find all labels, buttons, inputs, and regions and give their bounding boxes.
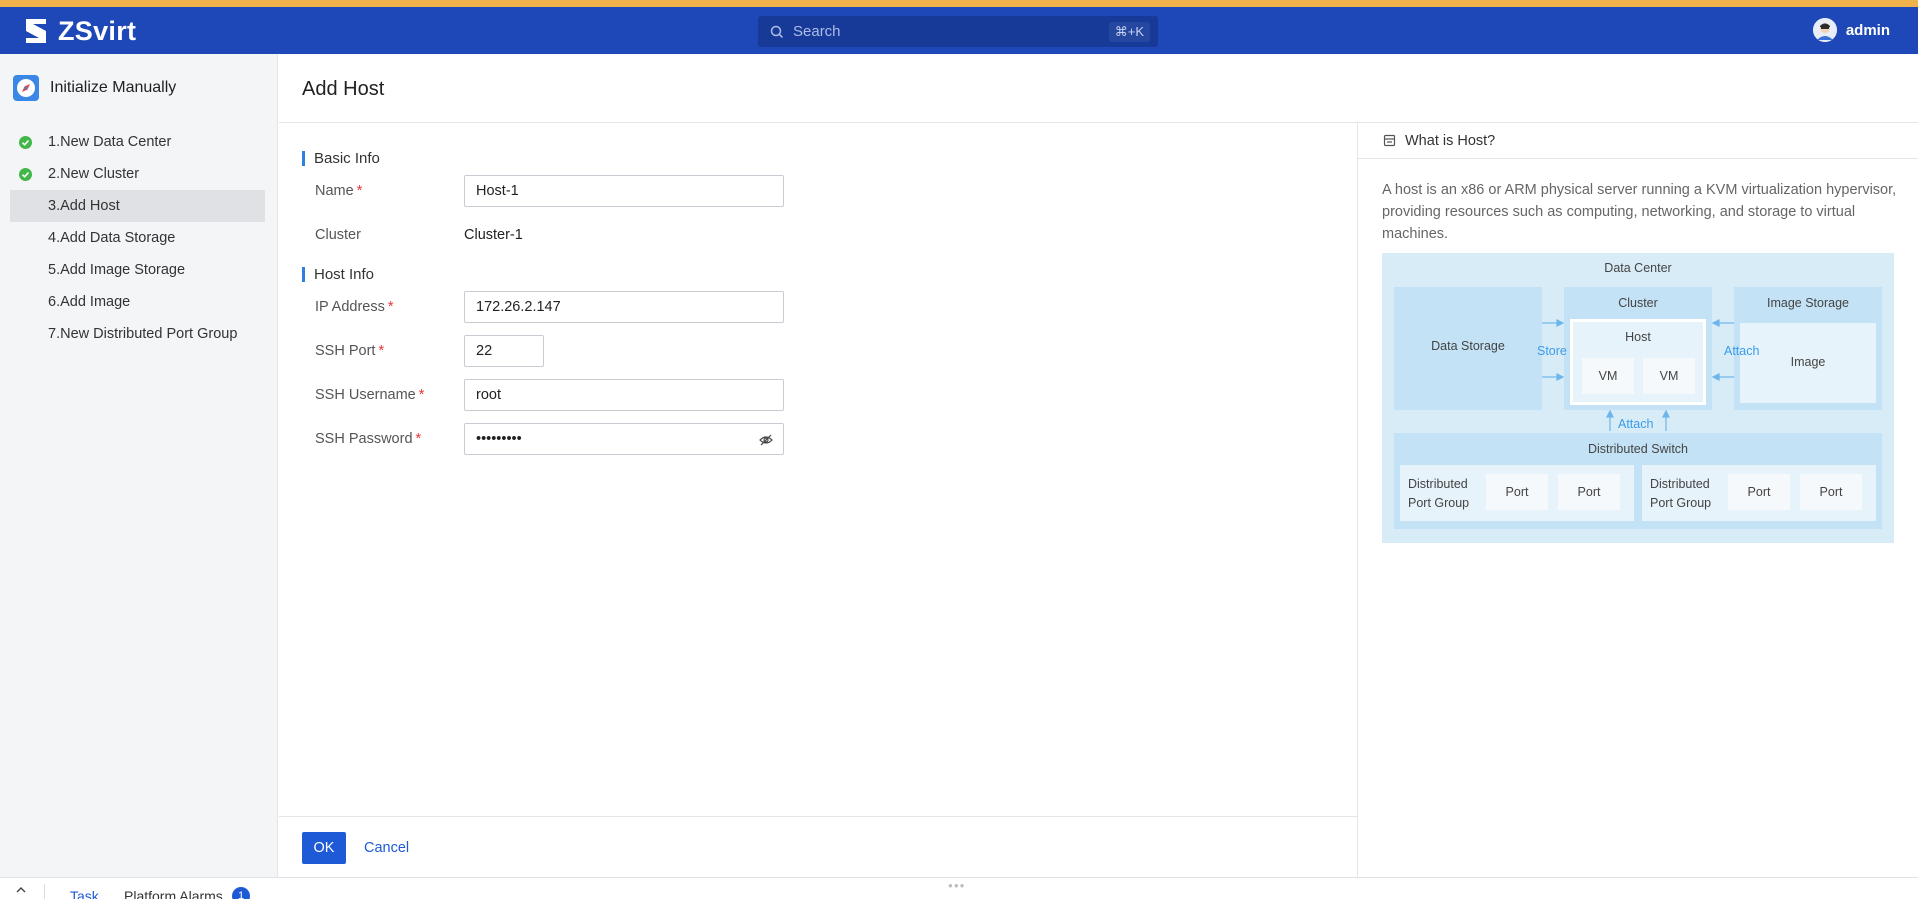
wizard-steps: 1.New Data Center 2.New Cluster 3.Add Ho… xyxy=(0,126,277,350)
diagram-port: Port xyxy=(1800,474,1862,510)
diagram-port-group: Distributed Port Group Port Port xyxy=(1400,465,1634,521)
step-add-data-storage[interactable]: 4.Add Data Storage xyxy=(10,222,265,254)
diagram-port-group: Distributed Port Group Port Port xyxy=(1642,465,1876,521)
logo-text: ZSvirt xyxy=(58,15,137,46)
step-label: 5.Add Image Storage xyxy=(48,262,186,278)
step-label: 2.New Cluster xyxy=(48,166,140,182)
tab-platform-alarms[interactable]: Platform Alarms xyxy=(124,888,223,899)
help-panel: What is Host? A host is an x86 or ARM ph… xyxy=(1358,123,1918,877)
wizard-sidebar: Initialize Manually 1.New Data Center 2.… xyxy=(0,54,278,877)
ssh-password-field[interactable]: ••••••••• xyxy=(464,423,784,455)
step-label: 1.New Data Center xyxy=(48,134,172,150)
check-circle-icon xyxy=(19,168,32,181)
ssh-port-label: SSH Port * xyxy=(315,343,385,359)
top-accent-stripe xyxy=(0,0,1918,7)
search-input[interactable]: Search ⌘+K xyxy=(758,16,1158,47)
sidebar-title: Initialize Manually xyxy=(50,79,177,96)
eye-off-icon[interactable] xyxy=(759,433,773,447)
step-label: 6.Add Image xyxy=(48,294,131,310)
help-title: What is Host? xyxy=(1405,132,1496,149)
ok-button[interactable]: OK xyxy=(302,832,346,864)
alarms-count-badge: 1 xyxy=(232,887,250,899)
bottom-panel-bar: Task Platform Alarms 1 ●●● xyxy=(0,877,1918,899)
page-title: Add Host xyxy=(302,78,385,100)
diagram-distributed-switch-label: Distributed Switch xyxy=(1587,442,1689,456)
search-icon xyxy=(770,25,784,38)
top-navbar: ZSvirt Search ⌘+K admin xyxy=(0,7,1918,54)
cluster-label: Cluster xyxy=(315,227,361,243)
diagram-port: Port xyxy=(1486,474,1548,510)
step-label: 3.Add Host xyxy=(48,198,120,214)
ip-address-field[interactable]: 172.26.2.147 xyxy=(464,291,784,323)
ssh-password-label: SSH Password * xyxy=(315,431,422,447)
step-add-image[interactable]: 6.Add Image xyxy=(10,286,265,318)
diagram-distributed-switch: Distributed Switch Distributed Port Grou… xyxy=(1394,433,1882,529)
ssh-port-field[interactable]: 22 xyxy=(464,335,544,367)
main-content: Add Host Basic Info Name * Host-1 Cluster… xyxy=(279,54,1918,877)
add-host-form: Basic Info Name * Host-1 Cluster Cluster-… xyxy=(302,149,1102,461)
ssh-username-row: SSH Username * root xyxy=(302,373,1102,417)
cluster-value: Cluster-1 xyxy=(464,227,523,243)
diagram-port-group-label: Distributed Port Group xyxy=(1408,477,1470,510)
step-label: 7.New Distributed Port Group xyxy=(48,326,238,342)
section-host-info: Host Info xyxy=(302,265,1102,285)
user-avatar-icon xyxy=(1812,18,1837,42)
ip-label: IP Address * xyxy=(315,299,394,315)
diagram-port-group-label: Distributed Port Group xyxy=(1650,477,1712,510)
zsvirt-logo-icon xyxy=(26,19,46,43)
compass-icon xyxy=(13,75,39,101)
ssh-password-row: SSH Password * ••••••••• xyxy=(302,417,1102,461)
avatar xyxy=(1812,18,1837,42)
divider xyxy=(44,884,45,899)
cluster-row: Cluster Cluster-1 xyxy=(302,213,1102,257)
step-new-distributed-port-group[interactable]: 7.New Distributed Port Group xyxy=(10,318,265,350)
diagram-store-label: Store xyxy=(1537,344,1567,358)
username: admin xyxy=(1845,21,1890,39)
logo[interactable]: ZSvirt xyxy=(20,15,136,47)
step-new-data-center[interactable]: 1.New Data Center xyxy=(10,126,265,158)
diagram-attach-label: Attach xyxy=(1724,344,1760,358)
ssh-username-field[interactable]: root xyxy=(464,379,784,411)
cancel-button[interactable]: Cancel xyxy=(364,832,409,864)
step-add-host[interactable]: 3.Add Host xyxy=(10,190,265,222)
book-icon xyxy=(1383,134,1396,147)
sidebar-header: Initialize Manually xyxy=(0,54,277,122)
step-new-cluster[interactable]: 2.New Cluster xyxy=(10,158,265,190)
step-add-image-storage[interactable]: 5.Add Image Storage xyxy=(10,254,265,286)
host-architecture-diagram: Data Center Data Storage Cluster Host VM… xyxy=(1382,253,1894,543)
help-header: What is Host? xyxy=(1358,123,1918,159)
search-placeholder: Search xyxy=(793,23,841,40)
divider xyxy=(279,816,1357,817)
resize-handle-icon[interactable]: ●●● xyxy=(948,881,966,890)
ssh-username-label: SSH Username * xyxy=(315,387,425,403)
chevron-up-icon[interactable] xyxy=(15,884,27,896)
check-circle-icon xyxy=(19,136,32,149)
ssh-port-row: SSH Port * 22 xyxy=(302,329,1102,373)
diagram-attach-label: Attach xyxy=(1618,417,1654,431)
help-description: A host is an x86 or ARM physical server … xyxy=(1382,182,1897,242)
name-row: Name * Host-1 xyxy=(302,169,1102,213)
ip-row: IP Address * 172.26.2.147 xyxy=(302,285,1102,329)
user-menu[interactable]: admin xyxy=(1812,18,1890,42)
name-field[interactable]: Host-1 xyxy=(464,175,784,207)
diagram-port: Port xyxy=(1558,474,1620,510)
search-shortcut-badge: ⌘+K xyxy=(1108,21,1150,42)
diagram-port: Port xyxy=(1728,474,1790,510)
name-label: Name * xyxy=(315,183,363,199)
section-basic-info: Basic Info xyxy=(302,149,1102,169)
step-label: 4.Add Data Storage xyxy=(48,230,176,246)
tab-task[interactable]: Task xyxy=(70,888,99,899)
